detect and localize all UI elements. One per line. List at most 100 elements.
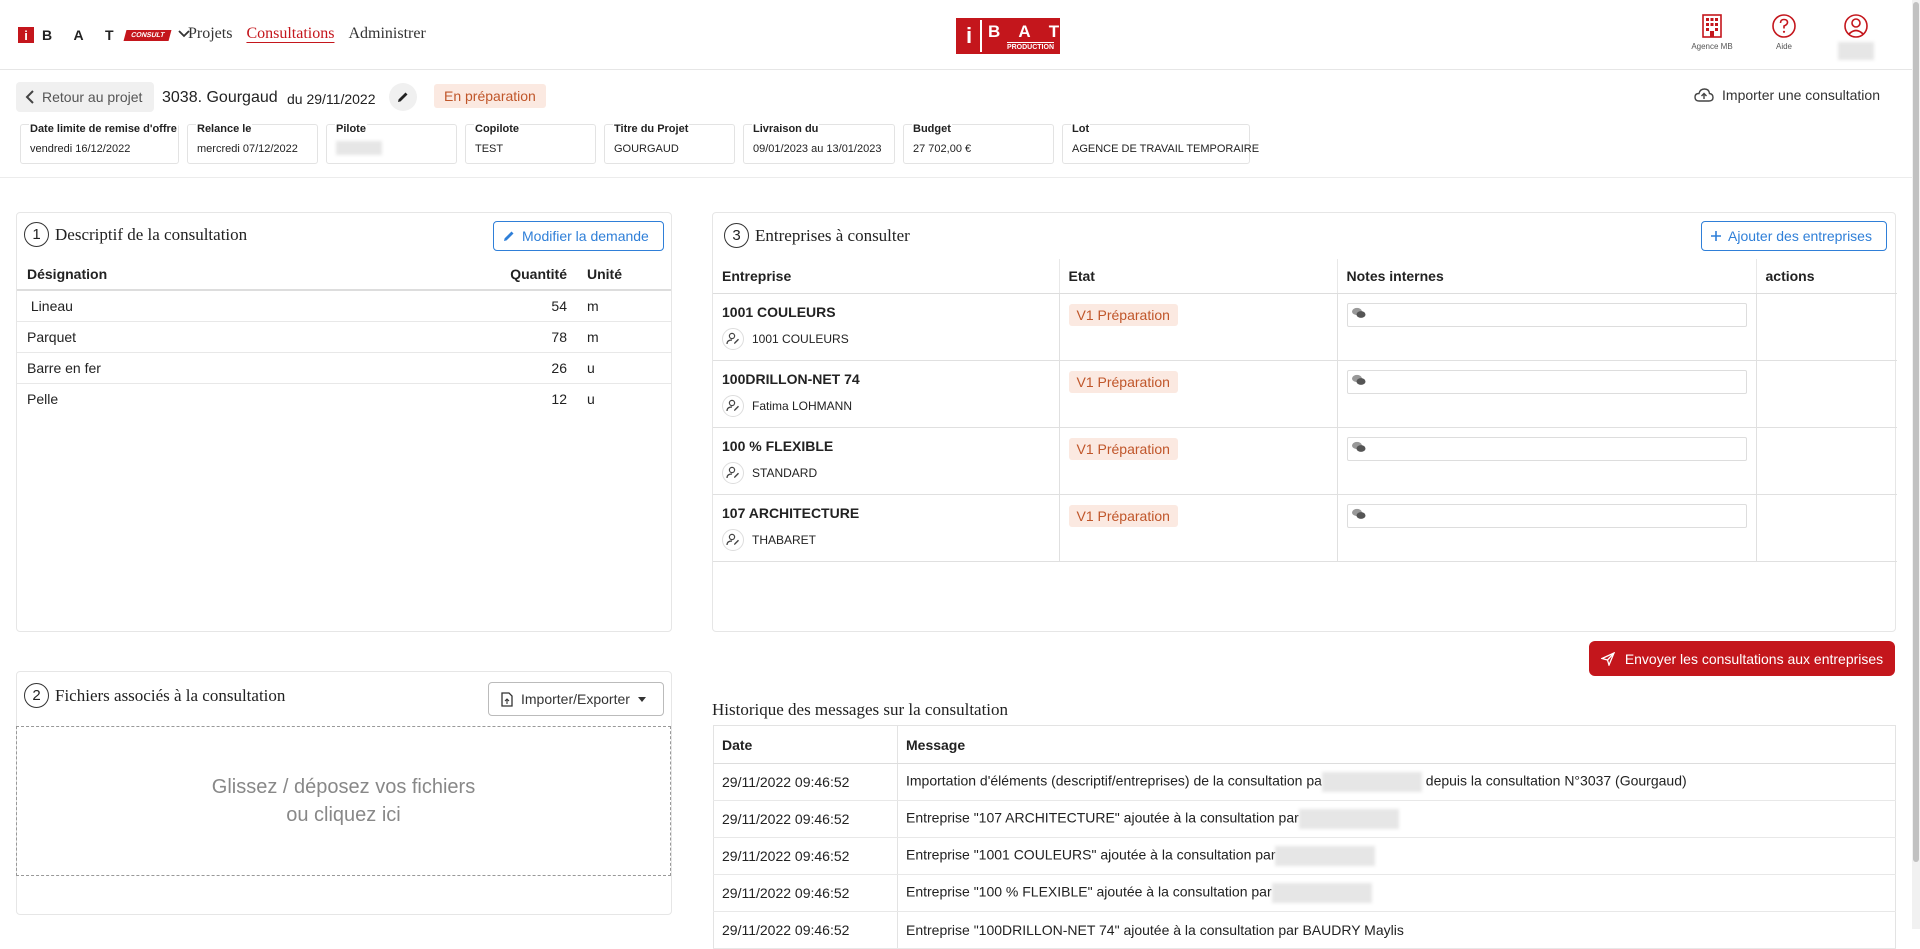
table-row[interactable]: Parquet 78 m: [17, 321, 671, 353]
user-redacted: [1275, 846, 1376, 866]
paper-plane-icon: [1600, 651, 1615, 666]
agence-label: Agence MB: [1691, 42, 1733, 51]
table-row[interactable]: 100DRILLON-NET 74 Fatima LOHMANN V1 Prép…: [713, 360, 1897, 428]
back-to-project-button[interactable]: Retour au projet: [16, 82, 155, 112]
comments-icon: [1351, 508, 1367, 523]
brand-name: B A T: [42, 27, 123, 43]
status-badge: En préparation: [434, 84, 546, 108]
notes-input[interactable]: [1346, 369, 1747, 394]
center-logo-letter: i: [958, 20, 982, 52]
ibat-production-logo: i B A T PRODUCTION: [956, 18, 1060, 54]
entreprise-name: 1001 COULEURS: [722, 303, 836, 320]
field-titre-projet[interactable]: Titre du Projet GOURGAUD: [604, 123, 735, 164]
user-name-redacted: [1838, 42, 1874, 60]
user-icon: [1844, 14, 1868, 38]
field-copilote[interactable]: Copilote TEST: [465, 123, 596, 164]
aide-label: Aide: [1775, 42, 1792, 51]
project-title: 3038. Gourgaud: [162, 89, 278, 106]
etat-badge: V1 Préparation: [1068, 303, 1178, 326]
entreprises-title: 3 Entreprises à consulter: [724, 223, 910, 248]
nav-projets[interactable]: Projets: [188, 25, 232, 43]
edit-consultation-button[interactable]: [389, 83, 417, 111]
pencil-icon: [398, 92, 408, 102]
user-menu[interactable]: [1830, 12, 1882, 60]
contact-edit-icon[interactable]: [722, 394, 744, 417]
field-budget[interactable]: Budget 27 702,00 €: [903, 123, 1054, 164]
entreprise-name: 100DRILLON-NET 74: [722, 370, 860, 387]
user-redacted: [1271, 883, 1372, 903]
agence-menu[interactable]: Agence MB: [1686, 12, 1738, 60]
modify-request-button[interactable]: Modifier la demande: [493, 221, 664, 251]
pilote-redacted: [336, 141, 382, 155]
history-table: Date Message 29/11/2022 09:46:52 Importa…: [713, 725, 1896, 949]
nav-consultations[interactable]: Consultations: [246, 25, 334, 43]
chevron-left-icon: [25, 90, 34, 104]
entreprises-card: 3 Entreprises à consulter Ajouter des en…: [712, 212, 1897, 632]
entreprise-name: 100 % FLEXIBLE: [722, 437, 834, 454]
project-date: du 29/11/2022: [287, 91, 376, 107]
page-scrollbar[interactable]: [1912, 0, 1920, 929]
table-row: 29/11/2022 09:46:52 Entreprise "107 ARCH…: [713, 800, 1896, 838]
contact-edit-icon[interactable]: [722, 461, 744, 484]
caret-down-icon: [637, 696, 646, 702]
file-icon: [501, 691, 513, 707]
table-row[interactable]: 100 % FLEXIBLE STANDARD V1 Préparation: [713, 427, 1897, 495]
scrollbar-thumb[interactable]: [1913, 2, 1919, 862]
table-row: 29/11/2022 09:46:52 Entreprise "100DRILL…: [713, 911, 1896, 949]
entreprise-contact: 1001 COULEURS: [752, 331, 849, 346]
notes-input[interactable]: [1346, 436, 1747, 461]
table-row[interactable]: Pelle 12 u: [17, 383, 671, 414]
descriptif-title: 1 Descriptif de la consultation: [24, 222, 247, 247]
import-export-button[interactable]: Importer/Exporter: [488, 682, 664, 716]
help-icon: [1772, 14, 1796, 38]
help-menu[interactable]: Aide: [1758, 12, 1810, 60]
notes-input[interactable]: [1346, 503, 1747, 528]
nav-administrer[interactable]: Administrer: [348, 25, 425, 43]
table-row: 29/11/2022 09:46:52 Entreprise "1001 COU…: [713, 837, 1896, 875]
field-lot[interactable]: Lot AGENCE DE TRAVAIL TEMPORAIRE: [1062, 123, 1259, 164]
contact-edit-icon[interactable]: [722, 528, 744, 551]
main-nav: Projets Consultations Administrer: [188, 25, 426, 43]
entreprise-contact: THABARET: [752, 532, 817, 547]
notes-input[interactable]: [1346, 302, 1747, 327]
plus-icon: [1711, 231, 1721, 241]
import-label: Importer une consultation: [1722, 87, 1880, 103]
cloud-upload-icon: [1694, 88, 1714, 102]
table-row: 29/11/2022 09:46:52 Importation d'élémen…: [713, 763, 1896, 801]
center-logo-name: B A T: [988, 22, 1067, 41]
user-redacted: [1298, 809, 1399, 829]
send-consultations-button[interactable]: Envoyer les consultations aux entreprise…: [1589, 641, 1895, 676]
table-row[interactable]: 1001 COULEURS 1001 COULEURS V1 Préparati…: [713, 293, 1897, 361]
pencil-icon: [504, 231, 514, 241]
etat-badge: V1 Préparation: [1068, 504, 1178, 527]
consultation-info-fields: Date limite de remise d'offre vendredi 1…: [20, 123, 1259, 164]
file-dropzone[interactable]: Glissez / déposez vos fichiers ou clique…: [16, 726, 671, 876]
table-row[interactable]: Barre en fer 26 u: [17, 352, 671, 384]
brand-tag: CONSULT: [123, 29, 172, 41]
etat-badge: V1 Préparation: [1068, 370, 1178, 393]
entreprise-contact: Fatima LOHMANN: [752, 398, 853, 413]
table-row: 29/11/2022 09:46:52 Entreprise "100 % FL…: [713, 874, 1896, 912]
field-pilote[interactable]: Pilote: [326, 123, 457, 164]
field-livraison[interactable]: Livraison du 09/01/2023 au 13/01/2023: [743, 123, 895, 164]
building-icon: [1702, 14, 1722, 38]
descriptif-table: Désignation Quantité Unité Lineau 54 m Par…: [17, 258, 671, 414]
field-date-limite[interactable]: Date limite de remise d'offre vendredi 1…: [20, 123, 179, 164]
field-relance[interactable]: Relance le mercredi 07/12/2022: [187, 123, 318, 164]
table-row[interactable]: 107 ARCHITECTURE THABARET V1 Préparation: [713, 494, 1897, 562]
descriptif-card: 1 Descriptif de la consultation Modifier…: [16, 212, 672, 632]
import-consultation-button[interactable]: Importer une consultation: [1694, 87, 1880, 103]
table-row[interactable]: Lineau 54 m: [17, 290, 671, 322]
entreprise-name: 107 ARCHITECTURE: [722, 504, 860, 521]
comments-icon: [1351, 307, 1367, 322]
divider: [0, 177, 1912, 178]
center-logo-tag: PRODUCTION: [1006, 42, 1054, 51]
ibat-consult-logo[interactable]: i B A T CONSULT: [18, 27, 190, 43]
back-label: Retour au projet: [42, 89, 143, 105]
contact-edit-icon[interactable]: [722, 327, 744, 350]
etat-badge: V1 Préparation: [1068, 437, 1178, 460]
add-entreprises-button[interactable]: Ajouter des entreprises: [1701, 221, 1887, 251]
fichiers-title: 2 Fichiers associés à la consultation: [24, 683, 285, 708]
top-navbar: i B A T CONSULT Projets Consultations Ad…: [0, 0, 1912, 70]
comments-icon: [1351, 374, 1367, 389]
